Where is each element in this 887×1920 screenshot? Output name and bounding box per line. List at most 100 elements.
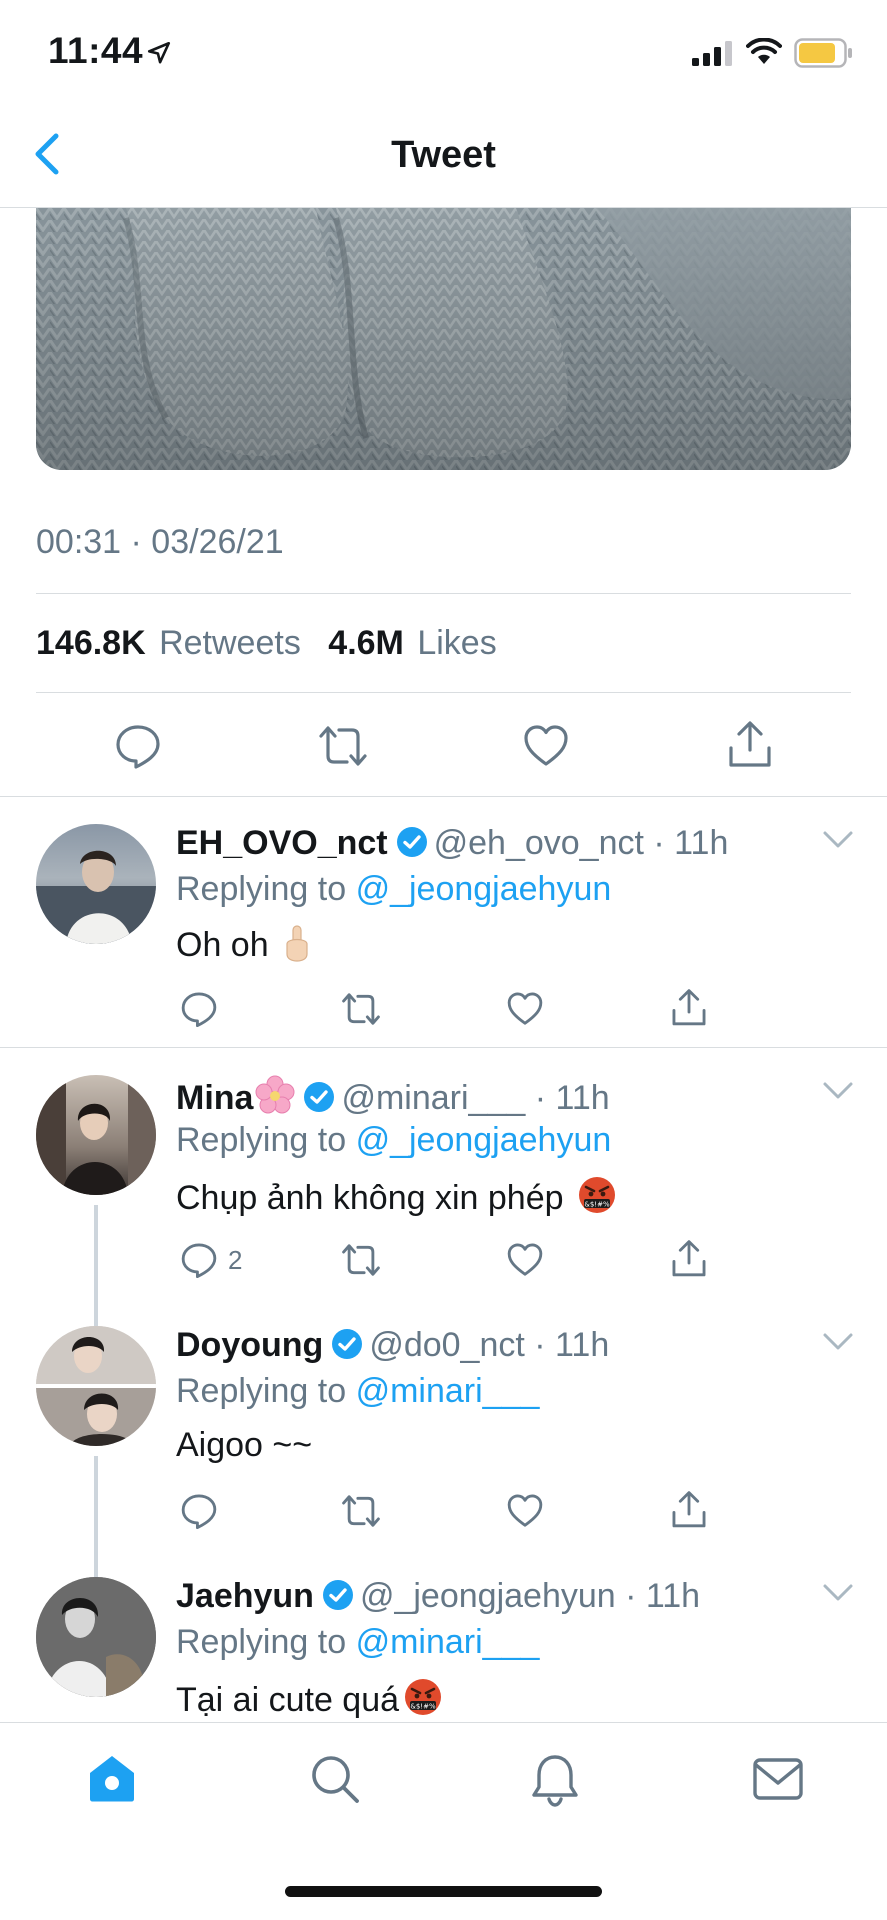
divider bbox=[0, 1047, 887, 1048]
chevron-down-icon[interactable] bbox=[822, 1081, 854, 1101]
reply-actions bbox=[176, 1490, 736, 1542]
replying-to: Replying to @minari___ bbox=[176, 1623, 539, 1662]
verified-badge-icon bbox=[322, 1580, 353, 1610]
separator-dot: · bbox=[524, 1326, 556, 1364]
signal-icon bbox=[692, 41, 732, 66]
user-handle[interactable]: @_jeongjaehyun bbox=[360, 1577, 616, 1615]
share-icon[interactable] bbox=[670, 988, 708, 1028]
avatar[interactable] bbox=[36, 824, 156, 944]
reply-text: Aigoo ~~ bbox=[176, 1426, 312, 1465]
likes-count[interactable]: 4.6M bbox=[328, 624, 404, 662]
reply-icon[interactable] bbox=[180, 1492, 218, 1530]
page-title: Tweet bbox=[391, 134, 496, 176]
thread-line bbox=[94, 1302, 98, 1326]
user-name[interactable]: Mina bbox=[176, 1079, 253, 1117]
like-icon[interactable] bbox=[506, 990, 544, 1028]
reply-header: EH_OVO_nct @eh_ovo_nct · 11h bbox=[176, 824, 728, 863]
home-indicator[interactable] bbox=[285, 1886, 602, 1897]
tweet-photo bbox=[36, 208, 851, 470]
user-name[interactable]: Jaehyun bbox=[176, 1577, 314, 1615]
search-icon[interactable] bbox=[309, 1753, 361, 1805]
reply-header: Doyoung @do0_nct · 11h bbox=[176, 1326, 609, 1365]
reply-actions: 2 bbox=[176, 1239, 736, 1291]
reply-icon[interactable] bbox=[114, 722, 162, 770]
replying-to-handle[interactable]: @_jeongjaehyun bbox=[356, 1121, 612, 1159]
location-arrow-icon bbox=[147, 41, 171, 64]
messages-icon[interactable] bbox=[752, 1757, 804, 1801]
status-time: 11:44 bbox=[48, 30, 144, 71]
replying-to: Replying to @minari___ bbox=[176, 1372, 539, 1411]
reply-text-content: Chụp ảnh không xin phép bbox=[176, 1179, 564, 1217]
avatar[interactable] bbox=[36, 1577, 156, 1697]
share-icon[interactable] bbox=[670, 1490, 708, 1530]
raised-finger-emoji-icon bbox=[286, 925, 308, 962]
reply-time: 11h bbox=[555, 1079, 610, 1117]
reply-icon[interactable] bbox=[180, 1241, 218, 1279]
reply-item[interactable]: EH_OVO_nct @eh_ovo_nct · 11h Replying to … bbox=[0, 800, 887, 1046]
reply-item[interactable]: Doyoung @do0_nct · 11h Replying to @minar… bbox=[0, 1302, 887, 1553]
notifications-icon[interactable] bbox=[530, 1753, 580, 1807]
like-icon[interactable] bbox=[522, 722, 570, 770]
retweet-icon[interactable] bbox=[340, 1492, 382, 1530]
chevron-down-icon[interactable] bbox=[822, 1332, 854, 1352]
retweet-icon[interactable] bbox=[317, 722, 369, 770]
verified-badge-icon bbox=[396, 827, 427, 857]
replying-to: Replying to @_jeongjaehyun bbox=[176, 1121, 611, 1160]
reply-text: Chụp ảnh không xin phép &$!#% bbox=[176, 1175, 617, 1218]
reply-text-content: Oh oh bbox=[176, 926, 269, 964]
user-name[interactable]: Doyoung bbox=[176, 1326, 323, 1364]
user-handle[interactable]: @minari___ bbox=[341, 1079, 525, 1117]
tweet-actions bbox=[0, 700, 887, 796]
angry-cursing-face-emoji-icon: &$!#% bbox=[578, 1177, 615, 1213]
retweets-label[interactable]: Retweets bbox=[159, 624, 301, 662]
retweet-icon[interactable] bbox=[340, 990, 382, 1028]
status-bar: 11:44 bbox=[0, 0, 887, 100]
reply-text-content: Tại ai cute quá bbox=[176, 1681, 400, 1719]
like-icon[interactable] bbox=[506, 1492, 544, 1530]
reply-text: Oh oh bbox=[176, 924, 312, 965]
like-icon[interactable] bbox=[506, 1241, 544, 1279]
replying-to-label: Replying to bbox=[176, 870, 347, 908]
replying-to-handle[interactable]: @minari___ bbox=[356, 1372, 540, 1410]
nav-bar: Tweet bbox=[0, 100, 887, 208]
angry-cursing-face-emoji-icon: &$!#% bbox=[405, 1679, 442, 1715]
reply-icon[interactable] bbox=[180, 990, 218, 1028]
reply-text-content: Aigoo ~~ bbox=[176, 1426, 313, 1464]
avatar[interactable] bbox=[36, 1326, 156, 1446]
verified-badge-icon bbox=[304, 1082, 335, 1112]
replying-to-handle[interactable]: @_jeongjaehyun bbox=[356, 870, 612, 908]
share-icon[interactable] bbox=[670, 1239, 708, 1279]
retweet-icon[interactable] bbox=[340, 1241, 382, 1279]
separator-dot: · bbox=[525, 1079, 556, 1117]
chevron-down-icon[interactable] bbox=[822, 830, 854, 850]
user-handle[interactable]: @eh_ovo_nct bbox=[434, 824, 644, 862]
chevron-down-icon[interactable] bbox=[822, 1583, 854, 1603]
cherry-blossom-emoji-icon bbox=[255, 1075, 295, 1114]
thread-line bbox=[94, 1205, 98, 1302]
user-handle[interactable]: @do0_nct bbox=[369, 1326, 525, 1364]
home-icon[interactable] bbox=[86, 1753, 138, 1803]
separator-dot: · bbox=[615, 1577, 646, 1615]
reply-header: Jaehyun @_jeongjaehyun · 11h bbox=[176, 1577, 700, 1616]
user-name[interactable]: EH_OVO_nct bbox=[176, 824, 388, 862]
avatar[interactable] bbox=[36, 1075, 156, 1195]
tweet-image[interactable] bbox=[36, 208, 851, 470]
likes-label[interactable]: Likes bbox=[417, 624, 496, 662]
reply-text: Tại ai cute quá &$!#% bbox=[176, 1677, 443, 1720]
battery-icon bbox=[794, 38, 852, 68]
reply-time: 11h bbox=[674, 824, 729, 862]
share-icon[interactable] bbox=[726, 720, 774, 770]
tweet-timestamp: 00:31 · 03/26/21 bbox=[36, 523, 284, 561]
retweets-count[interactable]: 146.8K bbox=[36, 624, 146, 662]
reply-item[interactable]: Jaehyun @_jeongjaehyun · 11h Replying to … bbox=[0, 1553, 887, 1722]
reply-item[interactable]: Mina @minari___ · 11h Replying to @_jeong… bbox=[0, 1051, 887, 1302]
reply-actions bbox=[176, 988, 736, 1040]
divider bbox=[36, 593, 851, 594]
wifi-icon bbox=[746, 38, 782, 64]
replying-to-handle[interactable]: @minari___ bbox=[356, 1623, 540, 1661]
replying-to-label: Replying to bbox=[176, 1372, 347, 1410]
reply-time: 11h bbox=[645, 1577, 701, 1615]
replying-to-label: Replying to bbox=[176, 1121, 347, 1159]
reply-count: 2 bbox=[228, 1245, 243, 1275]
reply-header: Mina @minari___ · 11h bbox=[176, 1075, 610, 1118]
